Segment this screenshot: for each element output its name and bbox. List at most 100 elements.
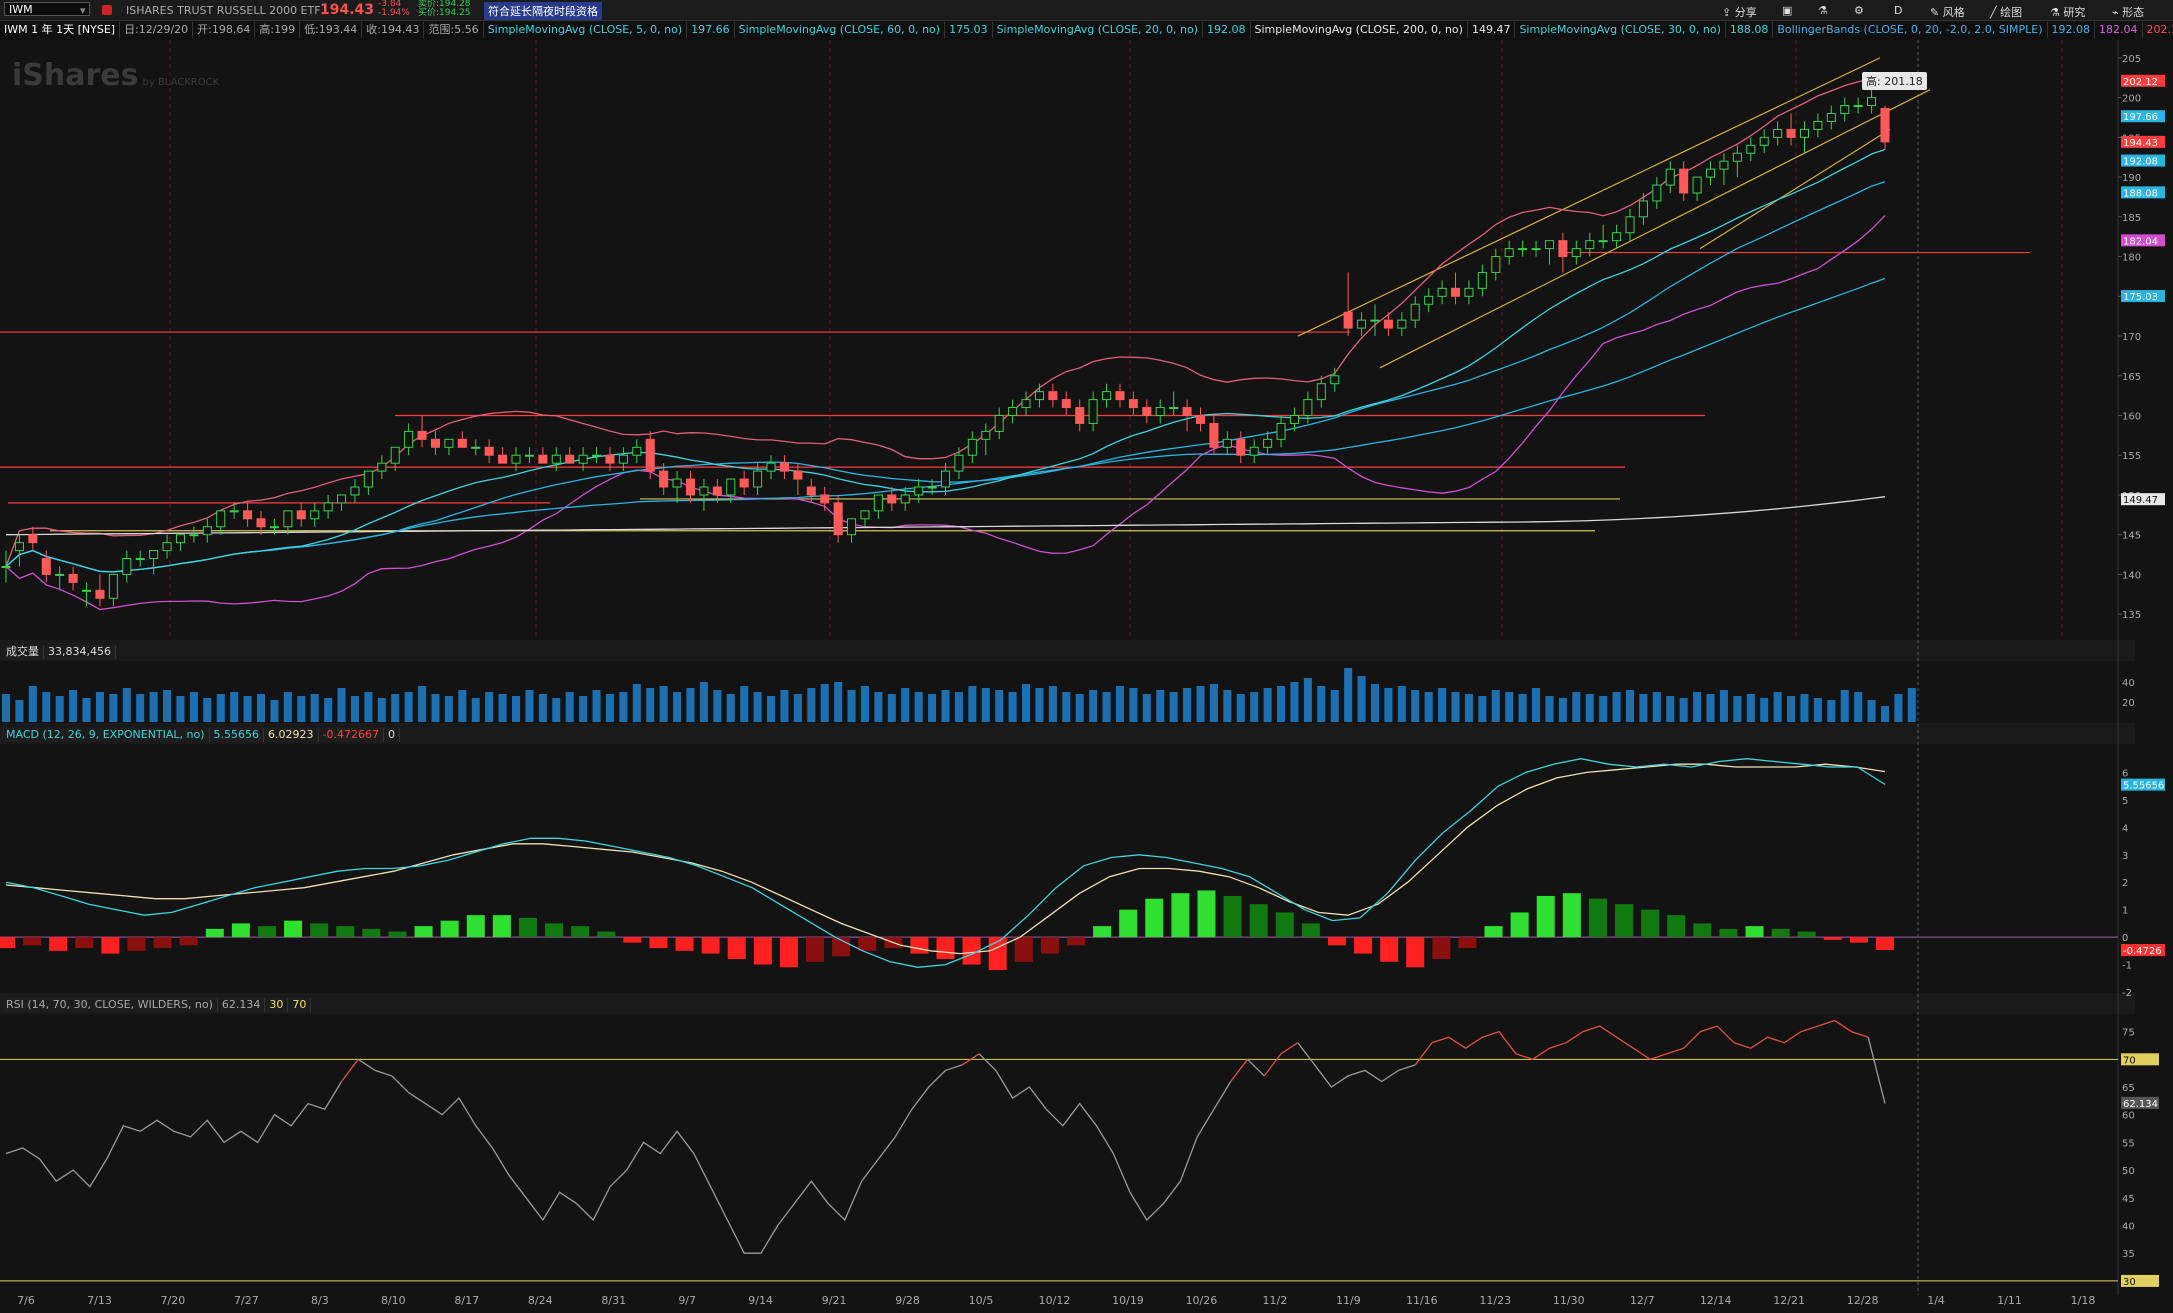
- volume-bar: [1223, 690, 1232, 722]
- volume-bar: [1035, 688, 1044, 722]
- rsi-tick-label: 60: [2122, 1111, 2135, 1122]
- volume-bar: [1558, 698, 1567, 722]
- candle-body: [1048, 391, 1058, 401]
- macd-histogram-bar: [1301, 923, 1320, 938]
- candle-body: [699, 486, 709, 496]
- macd-histogram-bar: [910, 937, 929, 954]
- candle-body: [1625, 216, 1635, 234]
- date-tick-label: 11/30: [1553, 1294, 1585, 1307]
- candle-body: [1746, 144, 1756, 154]
- date-tick-label: 11/16: [1406, 1294, 1438, 1307]
- volume-bar: [1679, 698, 1688, 722]
- macd-histogram-bar: [545, 923, 564, 938]
- candle-body: [1544, 240, 1554, 250]
- volume-bar: [1666, 696, 1675, 722]
- ishares-watermark: iShares by BLACKROCK: [12, 58, 219, 93]
- candle-body: [1732, 152, 1742, 162]
- candle-body: [108, 573, 118, 599]
- volume-bar: [256, 694, 266, 722]
- candle-body: [283, 510, 293, 528]
- macd-histogram-bar: [623, 937, 642, 943]
- macd-histogram-bar: [779, 937, 798, 968]
- macd-histogram-bar: [153, 937, 172, 949]
- volume-bar: [1357, 676, 1366, 722]
- volume-bar: [1209, 684, 1218, 722]
- volume-bar: [565, 692, 574, 722]
- candle-body: [430, 438, 441, 448]
- volume-bar: [619, 692, 628, 722]
- candle-body: [1075, 407, 1085, 424]
- volume-bar: [1370, 684, 1380, 722]
- date-tick-label: 7/13: [87, 1294, 112, 1307]
- rsi-line: [1230, 1058, 1249, 1082]
- volume-bar: [834, 682, 843, 722]
- volume-bar: [1464, 694, 1473, 722]
- macd-histogram-bar: [727, 937, 746, 960]
- candle-body: [1370, 319, 1380, 322]
- volume-bar: [42, 692, 51, 722]
- macd-histogram-bar: [1823, 937, 1842, 940]
- rsi-line: [340, 1058, 359, 1082]
- volume-bar: [632, 684, 641, 722]
- macd-histogram-bar: [336, 926, 355, 938]
- candle-body: [377, 462, 387, 472]
- volume-bar: [1022, 684, 1031, 722]
- macd-tick-label: -1: [2122, 961, 2132, 972]
- macd-histogram-bar: [492, 915, 511, 938]
- date-tick-label: 1/4: [1927, 1294, 1945, 1307]
- candle-body: [484, 446, 494, 456]
- macd-histogram-bar: [231, 923, 250, 938]
- volume-bar: [243, 696, 252, 722]
- macd-histogram-bar: [440, 920, 459, 938]
- macd-histogram-bar: [1223, 895, 1242, 938]
- macd-histogram-bar: [571, 926, 590, 938]
- volume-bar: [230, 692, 239, 722]
- volume-bar: [1008, 692, 1017, 722]
- macd-histogram-bar: [205, 928, 224, 938]
- macd-histogram-bar: [597, 931, 616, 938]
- candle-body: [1840, 105, 1850, 115]
- rsi-tag-label: 30: [2123, 1277, 2136, 1288]
- rsi-tick-label: 35: [2122, 1249, 2135, 1260]
- date-tick-label: 9/28: [895, 1294, 920, 1307]
- candle-body: [887, 494, 897, 504]
- date-tick-label: 11/23: [1479, 1294, 1511, 1307]
- volume-bar: [995, 690, 1004, 722]
- rsi-oversold: 30: [265, 998, 289, 1012]
- candle-body: [1880, 107, 1890, 143]
- volume-bar: [793, 694, 802, 722]
- candle-body: [122, 558, 132, 575]
- rsi-tick-label: 65: [2122, 1083, 2135, 1094]
- candle-body: [337, 494, 347, 504]
- chart-canvas[interactable]: 1351401451501551601651701751801851901952…: [0, 0, 2173, 1313]
- volume-bar: [377, 698, 386, 722]
- volume-bar: [1800, 694, 1809, 722]
- candle-body: [1679, 168, 1689, 194]
- price-tick-label: 170: [2122, 332, 2141, 343]
- chart-window: { "toolbar":{"symbol":"IWM","description…: [0, 0, 2173, 1313]
- candle-body: [820, 494, 830, 504]
- volume-bar: [1532, 688, 1541, 722]
- rsi-pane-label: RSI (14, 70, 30, CLOSE, WILDERS, no) 62.1…: [2, 998, 312, 1012]
- macd-histogram-bar: [1066, 937, 1085, 946]
- macd-histogram-bar: [936, 937, 955, 960]
- macd-histogram-bar: [1562, 893, 1581, 938]
- volume-bar: [1599, 696, 1608, 722]
- candle-body: [511, 454, 521, 464]
- candle-body: [645, 438, 655, 472]
- volume-bar: [1397, 686, 1406, 722]
- volume-bar: [1263, 688, 1272, 722]
- macd-histogram-bar: [1745, 926, 1764, 938]
- candle-body: [1088, 399, 1098, 424]
- macd-histogram-bar: [701, 937, 720, 954]
- volume-bar: [673, 692, 682, 722]
- volume-bar: [740, 686, 749, 722]
- candle-body: [1397, 319, 1407, 329]
- macd-histogram-bar: [806, 937, 825, 962]
- macd-histogram-bar: [310, 923, 329, 938]
- volume-bar: [216, 694, 225, 722]
- candle-body: [914, 486, 924, 496]
- candle-body: [551, 454, 561, 464]
- volume-bar: [1746, 694, 1755, 722]
- macd-histogram-bar: [1432, 937, 1451, 960]
